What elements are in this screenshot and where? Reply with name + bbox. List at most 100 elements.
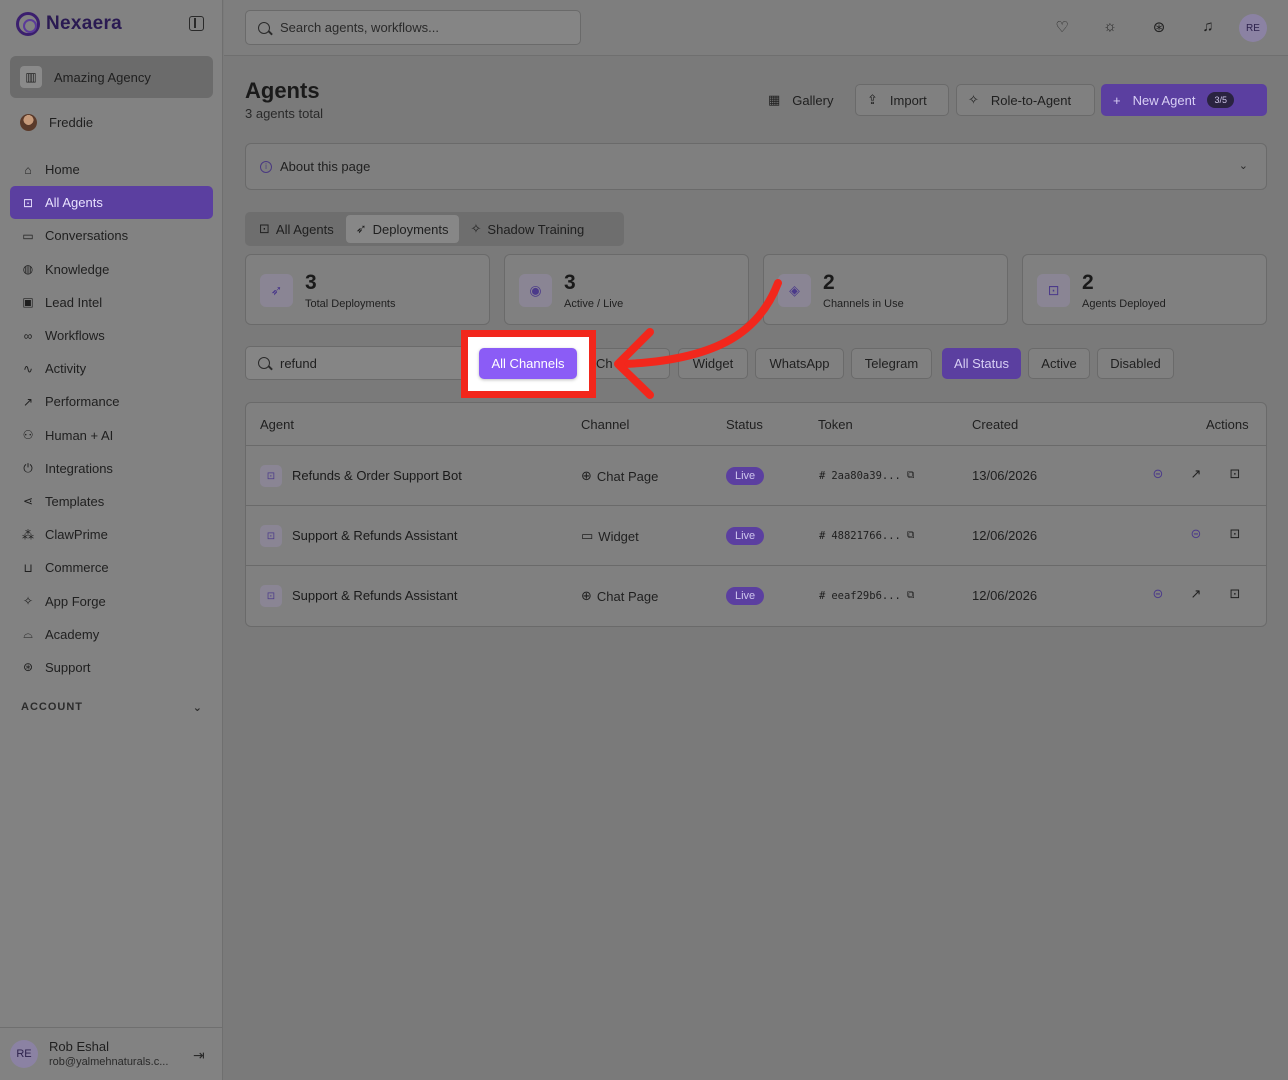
new-agent-label: New Agent: [1132, 92, 1196, 108]
sidebar-collapse-icon[interactable]: [189, 16, 204, 31]
sidebar-item-human-ai[interactable]: ⚇ Human + AI: [10, 419, 213, 452]
col-actions: Actions: [1206, 417, 1249, 432]
filter-telegram-chip[interactable]: Telegram: [851, 348, 932, 379]
agent-name[interactable]: Support & Refunds Assistant: [292, 588, 457, 603]
grid-icon: ▦: [768, 92, 781, 107]
agent-quota-badge: 3/5: [1207, 92, 1234, 108]
sidebar-item-clawprime[interactable]: ⁂ ClawPrime: [10, 518, 213, 551]
tab-all-agents[interactable]: ⊡ All Agents: [249, 215, 344, 243]
sidebar-item-label: App Forge: [45, 593, 106, 609]
chip-label: All Status: [954, 356, 1009, 371]
about-this-page-accordion[interactable]: i About this page ⌄: [245, 143, 1267, 190]
copy-icon[interactable]: ⧉: [907, 469, 915, 482]
sidebar-item-label: ClawPrime: [45, 527, 108, 543]
sidebar-item-label: Home: [45, 162, 80, 178]
global-search[interactable]: [245, 10, 581, 45]
message-icon: ▭: [581, 528, 594, 543]
table-row[interactable]: ⊡ Support & Refunds Assistant ⊕ Chat Page…: [246, 566, 1266, 626]
sidebar-item-knowledge[interactable]: ◍ Knowledge: [10, 253, 213, 286]
sidebar-item-all-agents[interactable]: ⊡ All Agents: [10, 186, 213, 220]
tab-label: Shadow Training: [487, 221, 585, 237]
deployment-search[interactable]: [245, 346, 475, 380]
copy-icon[interactable]: ⧉: [907, 529, 915, 542]
sidebar-item-templates[interactable]: ⋖ Templates: [10, 485, 213, 518]
sidebar: Nexaera ▥ Amazing Agency Freddie ⌂ Home ⊡…: [0, 0, 223, 1080]
sidebar-item-support[interactable]: ⊛ Support: [10, 651, 213, 684]
sidebar-item-integrations[interactable]: ⏻ Integrations: [10, 452, 213, 485]
filter-whatsapp-chip[interactable]: WhatsApp: [755, 348, 844, 379]
external-link-icon[interactable]: ↗: [1188, 466, 1204, 482]
gallery-button[interactable]: ▦ Gallery: [756, 84, 845, 116]
globe-icon: ⊕: [581, 468, 592, 483]
agent-name[interactable]: Support & Refunds Assistant: [292, 528, 457, 543]
account-section-toggle[interactable]: ACCOUNT ⌄: [21, 701, 203, 714]
lifebuoy-icon[interactable]: ⊛: [1150, 18, 1168, 36]
bell-icon[interactable]: ♫: [1199, 18, 1217, 35]
table-row[interactable]: ⊡ Support & Refunds Assistant ▭ Widget Li…: [246, 506, 1266, 566]
sidebar-item-activity[interactable]: ∿ Activity: [10, 352, 213, 385]
stat-card-active-live: ◉ 3 Active / Live: [504, 254, 749, 325]
sidebar-item-academy[interactable]: ⌓ Academy: [10, 618, 213, 651]
avatar[interactable]: RE: [1239, 14, 1267, 42]
sidebar-item-commerce[interactable]: ⊔ Commerce: [10, 551, 213, 584]
sparkle-icon: ✧: [968, 92, 979, 107]
hash-icon: #: [819, 469, 826, 482]
plus-icon: +: [1113, 92, 1121, 108]
chip-label: Widget: [692, 356, 734, 371]
org-switcher[interactable]: ▥ Amazing Agency: [10, 56, 213, 98]
page-title: Agents: [245, 78, 320, 103]
sidebar-item-conversations[interactable]: ▭ Conversations: [10, 219, 213, 252]
token-value: eeaf29b6...: [831, 589, 901, 602]
bot-icon[interactable]: ⊡: [1227, 586, 1243, 602]
brand[interactable]: Nexaera: [16, 10, 122, 38]
filter-chat-page-chip[interactable]: Ch: [596, 348, 670, 379]
sidebar-item-performance[interactable]: ↗ Performance: [10, 385, 213, 418]
filter-active-chip[interactable]: Active: [1028, 348, 1090, 379]
rocket-icon: ➶: [355, 221, 367, 236]
col-created: Created: [972, 417, 1019, 432]
logout-icon[interactable]: ⇥: [193, 1047, 205, 1064]
search-icon: [258, 357, 270, 369]
global-search-input[interactable]: [280, 20, 570, 35]
user-profile[interactable]: Freddie: [20, 114, 93, 131]
filter-all-status-chip[interactable]: All Status: [942, 348, 1021, 379]
filter-disabled-chip[interactable]: Disabled: [1097, 348, 1174, 379]
avatar[interactable]: RE: [10, 1040, 38, 1068]
sidebar-item-workflows[interactable]: ∞ Workflows: [10, 319, 213, 352]
bot-icon[interactable]: ⊡: [1227, 466, 1243, 482]
copy-icon[interactable]: ⧉: [907, 589, 915, 602]
sparkle-icon: ✧: [22, 594, 34, 609]
filter-all-channels-chip[interactable]: All Channels: [479, 348, 577, 379]
import-button[interactable]: ⇪ Import: [855, 84, 949, 116]
sidebar-item-label: Lead Intel: [45, 294, 103, 310]
toggle-icon[interactable]: ⊝: [1150, 466, 1166, 482]
sidebar-item-app-forge[interactable]: ✧ App Forge: [10, 584, 213, 617]
deployment-search-input[interactable]: [280, 355, 460, 371]
bot-icon[interactable]: ⊡: [1227, 526, 1243, 542]
role-to-agent-label: Role-to-Agent: [990, 92, 1072, 108]
cart-icon: ⊔: [23, 560, 33, 575]
heart-icon[interactable]: ♡: [1053, 18, 1071, 36]
paw-icon: ⁂: [22, 527, 34, 542]
channel-cell: ⊕ Chat Page: [581, 468, 658, 484]
role-to-agent-button[interactable]: ✧ Role-to-Agent: [956, 84, 1095, 116]
toggle-icon[interactable]: ⊝: [1188, 526, 1204, 542]
sparkle-icon: ✧: [470, 221, 482, 236]
chip-label: Ch: [596, 356, 613, 371]
agent-name[interactable]: Refunds & Order Support Bot: [292, 468, 462, 483]
sidebar-item-lead-intel[interactable]: ▣ Lead Intel: [10, 286, 213, 319]
sidebar-item-home[interactable]: ⌂ Home: [10, 153, 213, 186]
new-agent-button[interactable]: + New Agent 3/5: [1101, 84, 1267, 116]
col-token: Token: [818, 417, 853, 432]
info-icon: i: [260, 160, 272, 173]
stat-value: 2: [823, 271, 835, 294]
filter-widget-chip[interactable]: Widget: [678, 348, 748, 379]
toggle-icon[interactable]: ⊝: [1150, 586, 1166, 602]
user-avatar: [20, 114, 37, 131]
sun-icon[interactable]: ☼: [1101, 18, 1119, 35]
tab-deployments[interactable]: ➶ Deployments: [345, 215, 459, 243]
table-row[interactable]: ⊡ Refunds & Order Support Bot ⊕ Chat Page…: [246, 446, 1266, 506]
external-link-icon[interactable]: ↗: [1188, 586, 1204, 602]
graduation-icon: ⌓: [23, 626, 33, 641]
tab-shadow-training[interactable]: ✧ Shadow Training: [461, 215, 595, 243]
